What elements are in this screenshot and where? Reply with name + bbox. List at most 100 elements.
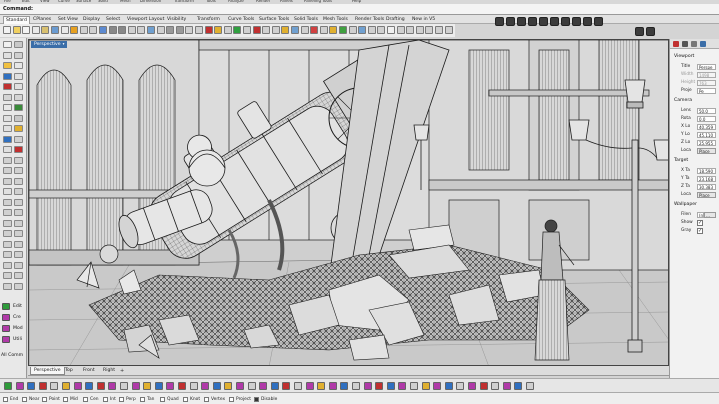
menu-item-mesh[interactable]: Mesh (120, 0, 131, 3)
view-tool-icon[interactable] (550, 17, 559, 26)
bottom-tool-icon[interactable] (212, 382, 221, 390)
left-tool-icon[interactable] (3, 135, 12, 143)
osnap-checkbox[interactable] (42, 397, 47, 402)
toolbar-tool-icon[interactable] (185, 26, 194, 34)
projection-select[interactable]: Pe (697, 88, 716, 94)
osnap-checkbox[interactable] (183, 397, 188, 402)
tab-new-in-v5[interactable]: New in V5 (410, 16, 437, 24)
bottom-tool-icon[interactable] (166, 382, 175, 390)
toolbar-tool-icon[interactable] (118, 26, 127, 34)
menu-item-edit[interactable]: Edit (22, 0, 30, 3)
osnap-checkbox[interactable] (140, 397, 145, 402)
bottom-tool-icon[interactable] (131, 382, 140, 390)
add-viewport-tab-button[interactable]: + (120, 367, 124, 375)
left-tool-icon[interactable] (14, 188, 23, 195)
bottom-tool-icon[interactable] (479, 382, 488, 390)
left-tool-icon[interactable] (3, 156, 12, 164)
left-tool-icon[interactable] (14, 83, 23, 90)
command-input[interactable] (26, 6, 716, 13)
x-target-field[interactable]: 18.590 (697, 168, 716, 174)
menu-item-render[interactable]: Render (256, 0, 270, 3)
tab-solid-tools[interactable]: Solid Tools (292, 16, 320, 24)
view-tool-icon[interactable] (635, 27, 644, 36)
toolbar-tool-icon[interactable] (195, 26, 203, 34)
toolbar-tool-icon[interactable] (147, 26, 155, 34)
left-tool-icon[interactable] (3, 93, 12, 101)
left-tool-icon[interactable] (14, 272, 23, 279)
y-target-field[interactable]: 23.168 (697, 176, 716, 182)
bottom-tool-icon[interactable] (526, 382, 534, 390)
left-tool-icon[interactable] (14, 167, 23, 174)
view-tool-icon[interactable] (506, 17, 515, 26)
left-tool-icon[interactable] (14, 230, 23, 237)
bottom-tool-icon[interactable] (294, 382, 302, 390)
toolbar-tool-icon[interactable] (358, 26, 367, 34)
bottom-tool-icon[interactable] (50, 382, 59, 390)
osnap-checkbox[interactable] (63, 397, 68, 402)
toolbar-tool-icon[interactable] (310, 26, 319, 34)
gray-checkbox[interactable]: ✓ (697, 228, 703, 234)
bottom-tool-icon[interactable] (270, 382, 279, 390)
bottom-tool-icon[interactable] (514, 382, 523, 390)
left-tool-icon[interactable] (14, 282, 23, 290)
view-tool-icon[interactable] (646, 27, 655, 36)
toolbar-tool-icon[interactable] (204, 26, 213, 34)
toolbar-tool-icon[interactable] (223, 26, 232, 34)
left-tool-icon[interactable] (14, 177, 23, 185)
tab-set-view[interactable]: Set View (56, 16, 80, 24)
bottom-tool-icon[interactable] (282, 382, 291, 390)
bottom-tool-icon[interactable] (468, 382, 476, 390)
bottom-tool-icon[interactable] (317, 382, 326, 390)
tab-drafting[interactable]: Drafting (384, 16, 407, 24)
help-tab-icon[interactable] (700, 41, 706, 47)
bottom-tool-icon[interactable] (201, 382, 210, 390)
tab-front[interactable]: Front (80, 367, 98, 375)
left-tool-icon[interactable] (14, 209, 23, 216)
tab-standard[interactable]: Standard (3, 16, 30, 24)
display-tab-icon[interactable] (691, 41, 697, 47)
bottom-tool-icon[interactable] (259, 382, 268, 390)
bottom-tool-icon[interactable] (224, 382, 233, 390)
bottom-tool-icon[interactable] (398, 382, 407, 390)
toolbar-tool-icon[interactable] (127, 26, 136, 34)
tab-visibility[interactable]: Visibility (165, 16, 188, 24)
toolbar-tool-icon[interactable] (329, 26, 338, 34)
show-checkbox[interactable]: ✓ (697, 220, 703, 226)
panel-item-edit[interactable]: Edit (2, 302, 27, 311)
camera-place-button[interactable]: Place (697, 148, 716, 154)
toolbar-tool-icon[interactable] (89, 26, 98, 34)
toolbar-tool-icon[interactable] (319, 26, 328, 34)
toolbar-tool-icon[interactable] (70, 26, 79, 34)
left-tool-icon[interactable] (3, 230, 12, 237)
panel-item-create[interactable]: Cre (2, 313, 27, 322)
bottom-tool-icon[interactable] (491, 382, 500, 390)
toolbar-tool-icon[interactable] (367, 26, 376, 34)
osnap-checkbox[interactable] (83, 397, 88, 402)
toolbar-tool-icon[interactable] (252, 26, 261, 34)
left-tool-icon[interactable] (3, 41, 12, 48)
osnap-checkbox[interactable] (103, 397, 108, 402)
left-tool-icon[interactable] (14, 104, 23, 111)
menu-item-dimension[interactable]: Dimension (140, 0, 161, 3)
left-tool-icon[interactable] (14, 219, 23, 227)
left-tool-icon[interactable] (14, 146, 23, 153)
bottom-tool-icon[interactable] (178, 382, 186, 390)
bottom-tool-icon[interactable] (236, 382, 244, 390)
toolbar-tool-icon[interactable] (108, 26, 117, 34)
bottom-tool-icon[interactable] (352, 382, 360, 390)
bottom-tool-icon[interactable] (421, 382, 430, 390)
bottom-tool-icon[interactable] (305, 382, 314, 390)
toolbar-tool-icon[interactable] (12, 26, 21, 34)
bottom-tool-icon[interactable] (73, 382, 82, 390)
toolbar-tool-icon[interactable] (396, 26, 405, 34)
osnap-checkbox[interactable] (160, 397, 165, 402)
toolbar-tool-icon[interactable] (387, 26, 395, 34)
bottom-tool-icon[interactable] (410, 382, 418, 390)
left-tool-icon[interactable] (14, 198, 23, 206)
view-tool-icon[interactable] (495, 17, 504, 26)
left-tool-icon[interactable] (3, 282, 12, 290)
tab-curve-tools[interactable]: Curve Tools (226, 16, 256, 24)
left-tool-icon[interactable] (3, 167, 12, 174)
osnap-checkbox[interactable] (204, 397, 209, 402)
toolbar-tool-icon[interactable] (377, 26, 386, 34)
